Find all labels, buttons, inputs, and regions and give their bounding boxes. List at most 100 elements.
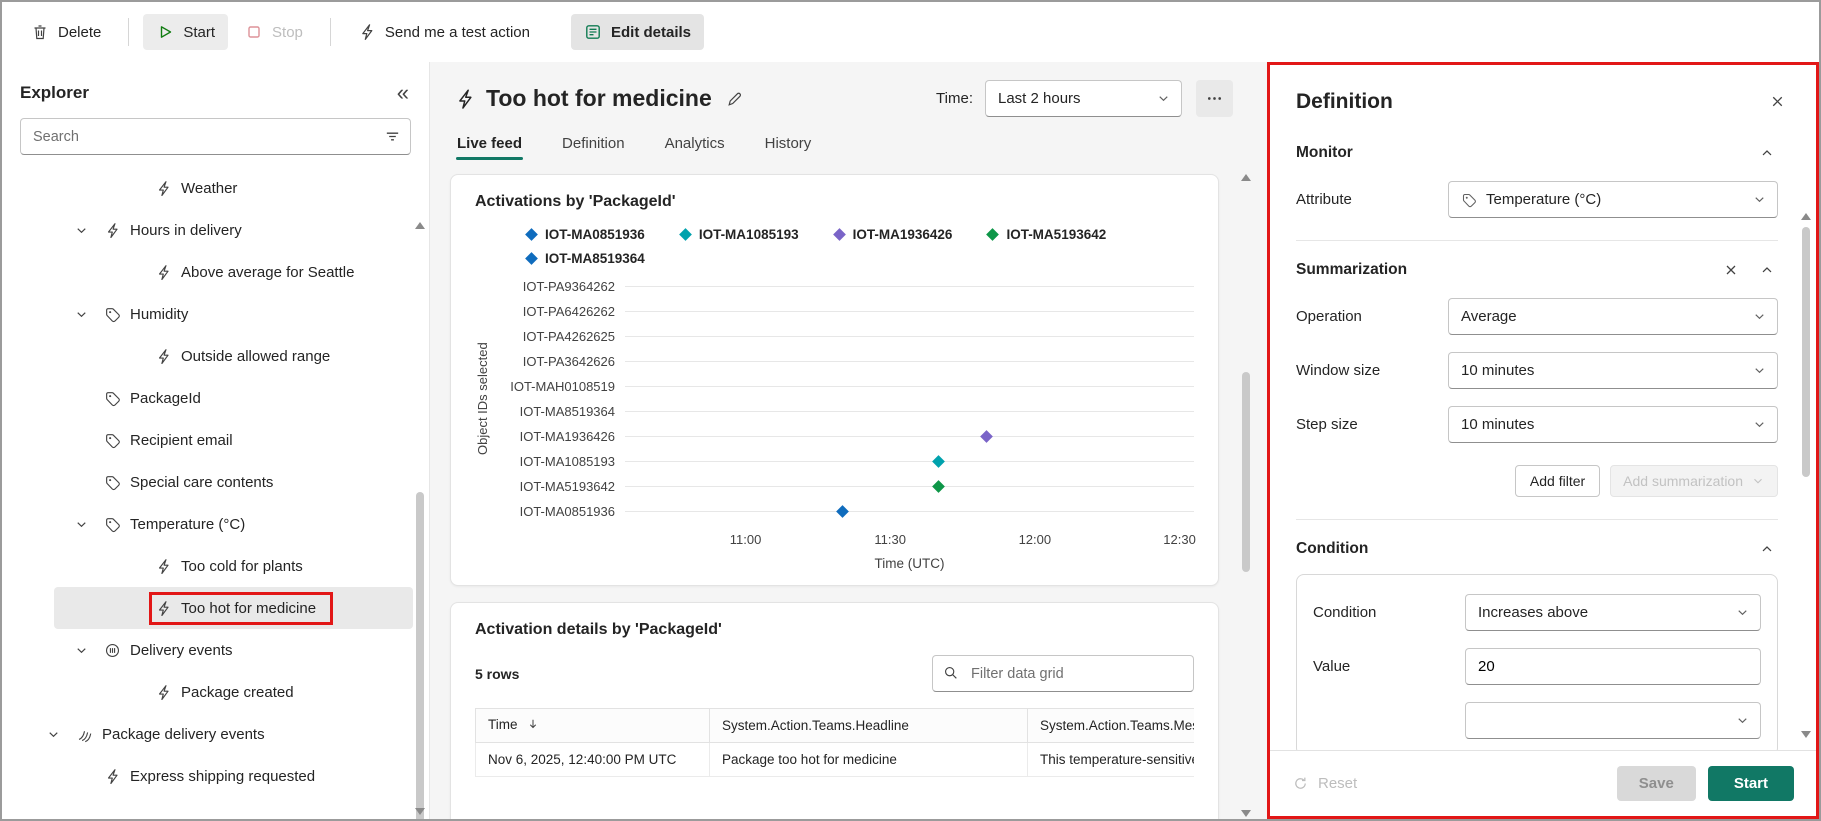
window-size-label: Window size bbox=[1296, 362, 1381, 379]
scrollbar-thumb[interactable] bbox=[415, 492, 424, 819]
save-button[interactable]: Save bbox=[1616, 766, 1696, 801]
chevron-down-icon[interactable] bbox=[74, 643, 104, 658]
condition-value: Increases above bbox=[1478, 604, 1589, 621]
app-body: Explorer « Weather Hours in delivery Above… bbox=[2, 62, 1819, 819]
tree-item-package-delivery-events[interactable]: Package delivery events bbox=[2, 713, 429, 755]
tree-item-hours-in-delivery[interactable]: Hours in delivery bbox=[2, 209, 429, 251]
summarization-buttons: Add filter Add summarization bbox=[1296, 465, 1778, 497]
search-input[interactable] bbox=[20, 118, 411, 155]
explorer-search bbox=[20, 118, 411, 155]
y-axis-label: IOT-PA4262625 bbox=[522, 329, 615, 344]
tab-history[interactable]: History bbox=[764, 129, 813, 166]
tree-item-too-cold-for-plants[interactable]: Too cold for plants bbox=[2, 545, 429, 587]
tree-item-special-care-contents[interactable]: Special care contents bbox=[2, 461, 429, 503]
chevron-down-icon[interactable] bbox=[46, 727, 76, 742]
column-header-system-action-teams-message[interactable]: System.Action.Teams.Message bbox=[1027, 708, 1194, 743]
filter-data-grid-input[interactable] bbox=[932, 655, 1194, 692]
time-range-dropdown[interactable]: Last 2 hours bbox=[985, 80, 1182, 117]
legend-item-iot-ma0851936[interactable]: IOT-MA0851936 bbox=[525, 227, 645, 242]
tree-item-too-hot-for-medicine[interactable]: Too hot for medicine bbox=[54, 587, 413, 629]
gridline bbox=[625, 286, 1194, 287]
scroll-up-arrow[interactable] bbox=[1240, 174, 1251, 181]
chevron-down-icon[interactable] bbox=[74, 223, 104, 238]
value-input[interactable] bbox=[1465, 648, 1761, 685]
edit-details-label: Edit details bbox=[611, 23, 692, 41]
time-controls: Time: Last 2 hours bbox=[936, 80, 1233, 117]
collapse-condition-button[interactable] bbox=[1756, 538, 1778, 560]
legend-item-iot-ma5193642[interactable]: IOT-MA5193642 bbox=[986, 227, 1106, 242]
scroll-down-arrow[interactable] bbox=[1240, 810, 1251, 817]
scrollbar-thumb[interactable] bbox=[1801, 227, 1810, 477]
tree-item-package-created[interactable]: Package created bbox=[2, 671, 429, 713]
tag-icon bbox=[104, 390, 130, 407]
tree-item-delivery-events[interactable]: Delivery events bbox=[2, 629, 429, 671]
tree-item-express-shipping-requested[interactable]: Express shipping requested bbox=[2, 755, 429, 797]
bolt-icon bbox=[155, 264, 181, 281]
remove-summarization-button[interactable] bbox=[1720, 259, 1742, 281]
tree-item-recipient-email[interactable]: Recipient email bbox=[2, 419, 429, 461]
tree-item-packageid[interactable]: PackageId bbox=[2, 377, 429, 419]
gridline bbox=[625, 336, 1194, 337]
plot-canvas bbox=[625, 274, 1194, 524]
legend-item-iot-ma1936426[interactable]: IOT-MA1936426 bbox=[832, 227, 952, 242]
panel-scrollbar[interactable] bbox=[1798, 211, 1813, 740]
tab-analytics[interactable]: Analytics bbox=[664, 129, 726, 166]
tree-item-outside-allowed-range[interactable]: Outside allowed range bbox=[2, 335, 429, 377]
scrollbar-thumb[interactable] bbox=[1241, 372, 1250, 572]
toolbar-separator bbox=[329, 18, 331, 46]
condition-dropdown[interactable]: Increases above bbox=[1465, 594, 1761, 631]
window-size-dropdown[interactable]: 10 minutes bbox=[1448, 352, 1778, 389]
collapse-summarization-button[interactable] bbox=[1756, 259, 1778, 281]
scroll-up-arrow[interactable] bbox=[1800, 213, 1811, 220]
chart-legend: IOT-MA0851936 IOT-MA1085193 IOT-MA1936426 I… bbox=[525, 227, 1187, 266]
tree-item-weather[interactable]: Weather bbox=[2, 167, 429, 209]
legend-item-iot-ma1085193[interactable]: IOT-MA1085193 bbox=[678, 227, 799, 242]
close-panel-button[interactable] bbox=[1765, 89, 1790, 114]
diamond-icon bbox=[832, 228, 846, 241]
rename-button[interactable] bbox=[722, 86, 748, 112]
scroll-up-arrow[interactable] bbox=[414, 222, 425, 229]
tree-item-temperature-c[interactable]: Temperature (°C) bbox=[2, 503, 429, 545]
column-header-system-action-teams-headline[interactable]: System.Action.Teams.Headline bbox=[709, 708, 1028, 743]
sort-descending-icon[interactable] bbox=[526, 717, 540, 734]
stop-button[interactable]: Stop bbox=[232, 14, 316, 50]
clipped-dropdown[interactable] bbox=[1465, 702, 1761, 739]
scroll-down-arrow[interactable] bbox=[414, 808, 425, 815]
main-scrollbar[interactable] bbox=[1238, 172, 1253, 819]
tree-item-label: Humidity bbox=[130, 305, 189, 323]
bolt-icon bbox=[155, 684, 181, 701]
chevron-down-icon[interactable] bbox=[74, 517, 104, 532]
more-options-button[interactable] bbox=[1196, 80, 1233, 117]
tab-definition[interactable]: Definition bbox=[561, 129, 626, 166]
add-summarization-button[interactable]: Add summarization bbox=[1610, 465, 1778, 497]
explorer-sidebar: Explorer « Weather Hours in delivery Above… bbox=[2, 62, 430, 819]
delete-button[interactable]: Delete bbox=[18, 14, 114, 50]
operation-dropdown[interactable]: Average bbox=[1448, 298, 1778, 335]
sidebar-scrollbar[interactable] bbox=[412, 220, 427, 819]
reset-button[interactable]: Reset bbox=[1292, 775, 1357, 792]
bolt-icon bbox=[155, 600, 181, 617]
start-button[interactable]: Start bbox=[143, 14, 229, 50]
collapse-monitor-button[interactable] bbox=[1756, 142, 1778, 164]
legend-item-iot-ma8519364[interactable]: IOT-MA8519364 bbox=[525, 251, 645, 266]
summarization-section-title: Summarization bbox=[1296, 261, 1408, 278]
data-point[interactable] bbox=[980, 429, 994, 443]
table-row[interactable]: Nov 6, 2025, 12:40:00 PM UTC Package too … bbox=[475, 742, 1194, 777]
step-size-dropdown[interactable]: 10 minutes bbox=[1448, 406, 1778, 443]
scroll-down-arrow[interactable] bbox=[1800, 731, 1811, 738]
tree-item-above-average-for-seattle[interactable]: Above average for Seattle bbox=[2, 251, 429, 293]
data-point[interactable] bbox=[835, 504, 849, 518]
panel-start-button[interactable]: Start bbox=[1707, 766, 1794, 801]
data-point[interactable] bbox=[932, 479, 945, 493]
collapse-sidebar-button[interactable]: « bbox=[397, 82, 409, 104]
column-header-time[interactable]: Time bbox=[475, 708, 710, 743]
add-filter-button[interactable]: Add filter bbox=[1514, 465, 1601, 497]
tree-item-humidity[interactable]: Humidity bbox=[2, 293, 429, 335]
attribute-dropdown[interactable]: Temperature (°C) bbox=[1448, 181, 1778, 218]
tab-live-feed[interactable]: Live feed bbox=[456, 129, 524, 166]
data-point[interactable] bbox=[932, 454, 945, 468]
send-test-action-button[interactable]: Send me a test action bbox=[345, 14, 543, 50]
chevron-down-icon[interactable] bbox=[74, 307, 104, 322]
edit-details-button[interactable]: Edit details bbox=[571, 14, 705, 50]
definition-panel-title: Definition bbox=[1296, 89, 1393, 113]
